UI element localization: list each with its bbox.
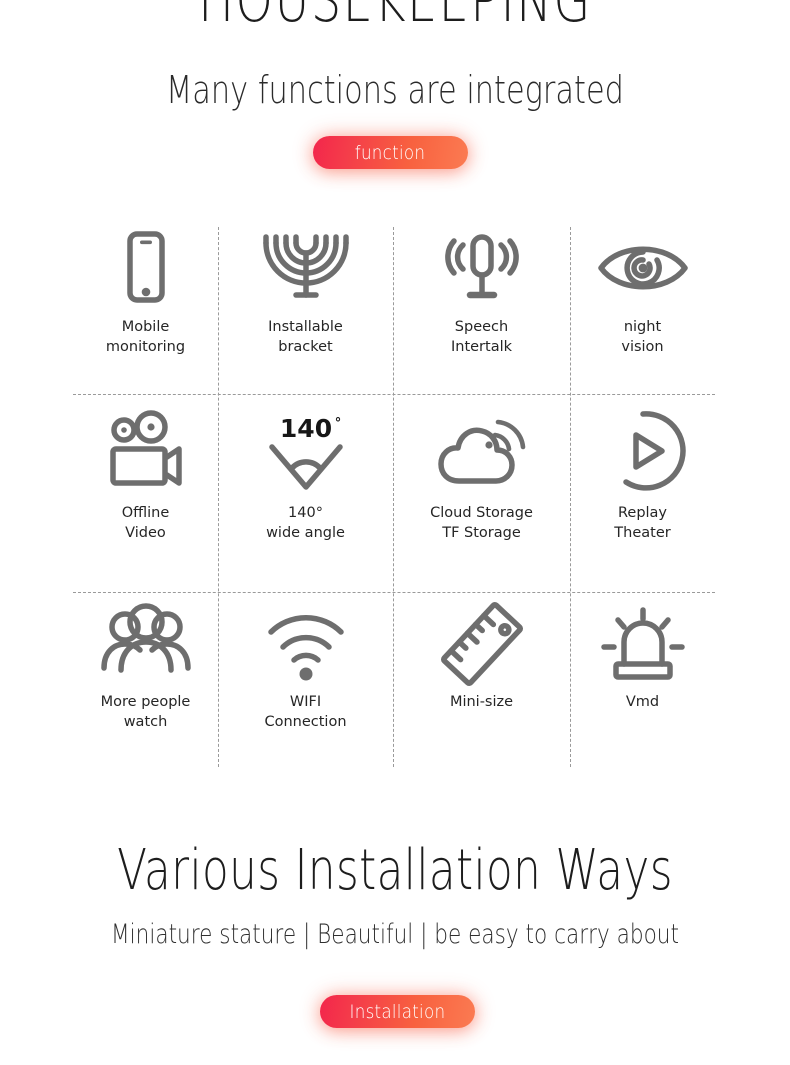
page-title: HOUSEKEEPING bbox=[198, 0, 592, 36]
eye-icon bbox=[593, 225, 693, 311]
feature-cell-mobile-monitoring[interactable]: Mobile monitoring bbox=[73, 222, 218, 399]
feature-cell-installable-bracket[interactable]: Installable bracket bbox=[218, 222, 393, 399]
feature-label: Replay Theater bbox=[614, 505, 671, 541]
installation-pill-badge[interactable]: Installation bbox=[320, 995, 475, 1028]
people-group-icon bbox=[98, 602, 194, 686]
wide-angle-icon: 140 ° bbox=[256, 405, 356, 497]
feature-cell-wifi-connection[interactable]: WIFI Connection bbox=[218, 594, 393, 767]
feature-label: 140° wide angle bbox=[266, 505, 345, 541]
installation-pill-label: Installation bbox=[349, 1000, 446, 1023]
feature-row: Offline Video 140 ° 140° wide angle Clou… bbox=[73, 399, 715, 594]
feature-row: More people watch WIFI Connection Mini-s… bbox=[73, 594, 715, 767]
wifi-icon bbox=[261, 602, 351, 686]
feature-label: Offline Video bbox=[121, 505, 170, 541]
function-pill-badge[interactable]: function bbox=[313, 136, 468, 169]
footer-subtitle: Miniature stature | Beautiful | be easy … bbox=[111, 919, 679, 950]
ruler-icon bbox=[437, 602, 527, 686]
page-root: HOUSEKEEPING Many functions are integrat… bbox=[0, 0, 790, 1065]
bracket-icon bbox=[260, 225, 352, 311]
feature-grid: Mobile monitoring Installable bracket Sp… bbox=[73, 222, 715, 767]
feature-cell-vmd[interactable]: Vmd bbox=[570, 594, 715, 767]
feature-cell-cloud-storage[interactable]: Cloud Storage TF Storage bbox=[393, 399, 570, 594]
video-camera-icon bbox=[103, 405, 189, 497]
siren-icon bbox=[598, 602, 688, 686]
page-subtitle: Many functions are integrated bbox=[166, 68, 624, 112]
feature-cell-mini-size[interactable]: Mini-size bbox=[393, 594, 570, 767]
play-circle-icon bbox=[598, 405, 688, 497]
feature-label: Speech Intertalk bbox=[450, 319, 513, 355]
feature-label: Cloud Storage TF Storage bbox=[430, 505, 533, 541]
feature-cell-speech-intertalk[interactable]: Speech Intertalk bbox=[393, 222, 570, 399]
feature-label: Vmd bbox=[625, 694, 660, 710]
feature-cell-wide-angle[interactable]: 140 ° 140° wide angle bbox=[218, 399, 393, 594]
feature-label: night vision bbox=[621, 319, 664, 355]
wide-angle-degrees-text: 140 bbox=[279, 414, 331, 443]
feature-label: WIFI Connection bbox=[264, 694, 347, 730]
smartphone-icon bbox=[116, 225, 176, 311]
function-pill-label: function bbox=[355, 141, 426, 164]
feature-cell-night-vision[interactable]: night vision bbox=[570, 222, 715, 399]
feature-label: Mini-size bbox=[449, 694, 514, 710]
feature-label: More people watch bbox=[100, 694, 191, 730]
feature-label: Installable bracket bbox=[268, 319, 343, 355]
svg-text:°: ° bbox=[334, 416, 341, 431]
feature-row: Mobile monitoring Installable bracket Sp… bbox=[73, 222, 715, 399]
cloud-wifi-icon bbox=[435, 405, 529, 497]
microphone-icon bbox=[441, 225, 523, 311]
feature-cell-replay-theater[interactable]: Replay Theater bbox=[570, 399, 715, 594]
footer-title: Various Installation Ways bbox=[117, 838, 673, 903]
feature-label: Mobile monitoring bbox=[105, 319, 186, 355]
feature-cell-offline-video[interactable]: Offline Video bbox=[73, 399, 218, 594]
feature-cell-more-people-watch[interactable]: More people watch bbox=[73, 594, 218, 767]
